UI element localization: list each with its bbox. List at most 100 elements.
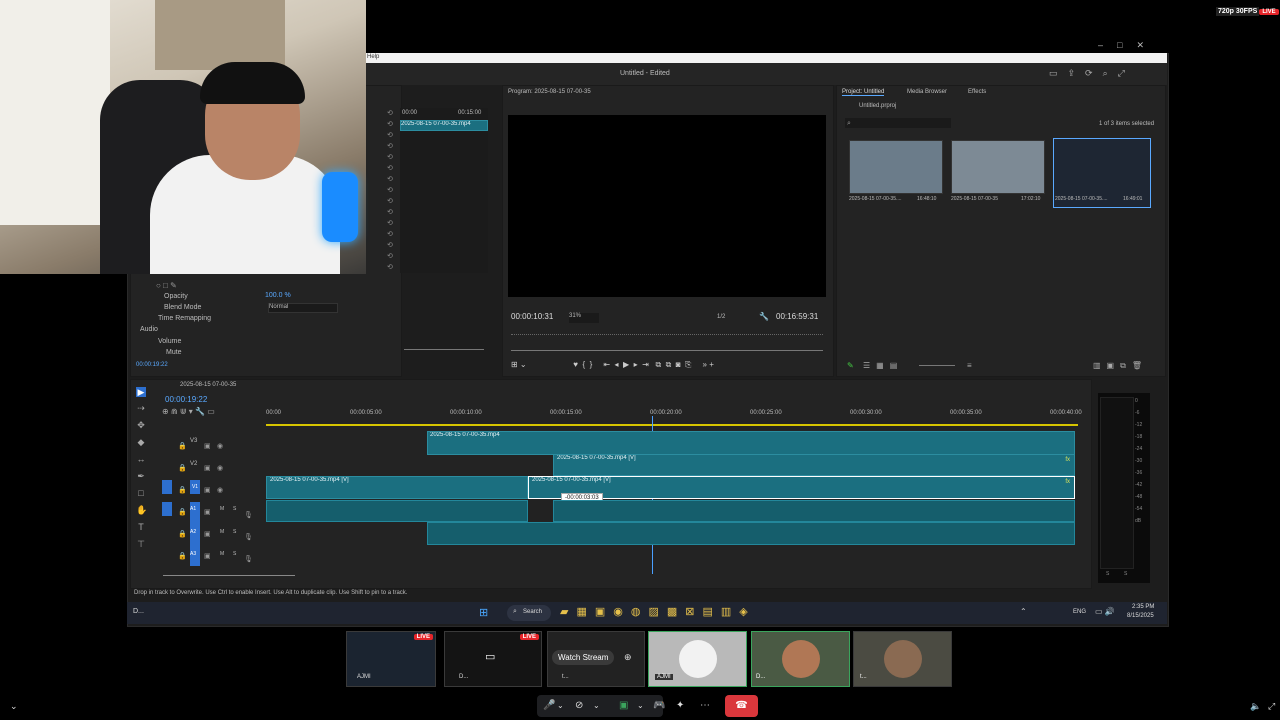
eye-icons[interactable]: ◉ ◉ ◉ xyxy=(217,436,223,502)
tab-media-browser[interactable]: Media Browser xyxy=(907,89,947,95)
taskbar-date[interactable]: 8/15/2025 xyxy=(1127,613,1154,619)
project-bottom-icons[interactable]: ▥▣⧉🗑 xyxy=(1093,361,1148,371)
chevron-down-icon[interactable]: ⌄ xyxy=(10,701,18,712)
screen-share-icon[interactable]: ▣ xyxy=(619,700,628,711)
more-options-icon[interactable]: ⋯ xyxy=(700,700,710,711)
track-sync-icons[interactable]: ▣ ▣ ▣ ▣ ▣ ▣ xyxy=(204,436,211,568)
mini-clip[interactable]: 2025-08-15 07-00-35.mp4 xyxy=(400,120,488,131)
slip-icon[interactable]: ↔ xyxy=(136,454,146,464)
solo-button[interactable]: S xyxy=(233,506,236,512)
clip-v3[interactable]: 2025-08-15 07-00-35.mp4 xyxy=(427,431,1075,455)
track-label-a2[interactable]: A2 xyxy=(190,529,196,535)
mute-button[interactable]: M xyxy=(220,529,224,535)
track-label-a3[interactable]: A3 xyxy=(190,551,196,557)
solo-button[interactable]: S xyxy=(233,529,236,535)
view-toggle-icons[interactable]: ☰▦▤ xyxy=(863,361,903,370)
ripple-edit-icon[interactable]: ✥ xyxy=(136,420,146,430)
type-icon[interactable]: T xyxy=(136,522,146,532)
stream-tile-3[interactable]: Watch Stream ⊕ t... xyxy=(547,631,645,687)
audio-clip-a1-b[interactable] xyxy=(553,500,1075,522)
system-tray-icons[interactable]: ▭ 🔊 xyxy=(1095,607,1115,616)
chevron-down-icon[interactable]: ⌄ xyxy=(637,701,644,710)
mic-icons[interactable]: 🎙 🎙 🎙 xyxy=(244,505,253,571)
taskbar-time[interactable]: 2:35 PM xyxy=(1132,604,1154,610)
watch-stream-button[interactable]: Watch Stream xyxy=(552,650,615,665)
audio-clip-a1-a[interactable] xyxy=(266,500,528,522)
mute-button[interactable]: M xyxy=(220,506,224,512)
source-patch-v1[interactable] xyxy=(162,480,172,494)
blend-mode-select[interactable]: Normal xyxy=(268,303,338,313)
pencil-icon[interactable]: ✎ xyxy=(847,361,854,370)
tab-effects[interactable]: Effects xyxy=(968,89,986,95)
program-timecode-in[interactable]: 00:00:10:31 xyxy=(511,312,553,321)
program-scrub-bar[interactable] xyxy=(511,350,823,351)
clip-v1-a[interactable]: 2025-08-15 07-00-35.mp4 [V] xyxy=(266,476,528,499)
tray-chevron-icon[interactable]: ⌃ xyxy=(1020,607,1027,616)
rectangle-icon[interactable]: □ xyxy=(136,488,146,498)
pen-icon[interactable]: ✒ xyxy=(136,471,146,481)
program-resolution[interactable]: 1/2 xyxy=(717,314,725,320)
reset-icons[interactable]: ⟲ ⟲ ⟲ ⟲ ⟲ ⟲ ⟲ ⟲ ⟲ ⟲ ⟲ ⟲ ⟲ ⟲ ⟲ xyxy=(387,108,397,278)
project-item-thumb-1[interactable] xyxy=(849,140,943,194)
timeline-ruler[interactable]: 00:00 00:00:05:00 00:00:10:00 00:00:15:0… xyxy=(266,408,1082,426)
clip-v1-b[interactable]: 2025-08-15 07-00-35.mp4 [V] fx xyxy=(528,476,1075,499)
volume-icon[interactable]: 🔈 xyxy=(1250,701,1261,712)
thumbnail-size-slider[interactable] xyxy=(919,365,955,366)
opacity-value[interactable]: 100.0 % xyxy=(265,292,291,299)
menu-help[interactable]: Help xyxy=(367,54,379,60)
sequence-name[interactable]: 2025-08-15 07-00-35 xyxy=(180,382,236,388)
source-patch-a1[interactable] xyxy=(162,502,172,516)
track-label-a1[interactable]: A1 xyxy=(190,506,196,512)
audio-clip-a2[interactable] xyxy=(427,522,1075,545)
tab-project[interactable]: Project: Untitled xyxy=(842,89,885,96)
project-item-thumb-2[interactable] xyxy=(951,140,1045,194)
hand-icon[interactable]: ✋ xyxy=(136,505,147,515)
fullscreen-icon[interactable]: ⤢ xyxy=(1268,701,1275,712)
window-controls[interactable]: –□✕ xyxy=(1098,40,1158,51)
solo-button[interactable]: S xyxy=(233,551,236,557)
mask-tool-icons[interactable]: ○ □ ✎ xyxy=(156,281,177,290)
taskbar-app-icons[interactable]: ▰▦▣◉◍▨▩⊠▤▥◈ xyxy=(560,605,756,618)
project-search-input[interactable]: ⌕ xyxy=(845,118,951,128)
microphone-icon[interactable]: 🎤 xyxy=(543,700,555,711)
participant-tile-3[interactable]: t... xyxy=(853,631,952,687)
windows-start-icon[interactable]: ⊞ xyxy=(479,606,488,619)
selection-tool-icon[interactable]: ▶ xyxy=(136,387,146,397)
track-label-v3[interactable]: V3 xyxy=(190,438,197,444)
track-label-v1[interactable]: V1 xyxy=(190,480,200,494)
program-ruler[interactable] xyxy=(511,334,823,339)
timeline-options[interactable]: ⊕ ⋒ ⋓ ▾ 🔧 ▭ xyxy=(162,407,262,419)
program-zoom[interactable]: 31% xyxy=(569,313,599,323)
timeline-timecode[interactable]: 00:00:19:22 xyxy=(165,395,207,404)
camera-off-icon[interactable]: ⊘ xyxy=(575,700,583,711)
mute-button[interactable]: M xyxy=(220,551,224,557)
track-lock-icons[interactable]: 🔒 🔒 🔒 🔒 🔒 🔒 xyxy=(178,436,187,568)
taskbar-left-label[interactable]: D... xyxy=(133,608,144,615)
language-indicator[interactable]: ENG xyxy=(1073,609,1086,615)
transport-controls[interactable]: ⊞ ⌄ ♥ { } ⇤ ◂ ▶ ▸ ⇥ ⧉ ⧉ ◙ ⎘ » + xyxy=(511,360,823,370)
settings-wrench-icon[interactable]: 🔧 xyxy=(759,312,769,321)
track-label-v2[interactable]: V2 xyxy=(190,461,197,467)
participant-tile-1[interactable]: AJMI xyxy=(648,631,747,687)
sort-icon[interactable]: ≡ xyxy=(967,361,972,370)
participant-tile-2[interactable]: D... xyxy=(751,631,850,687)
timeline-zoom-scrollbar[interactable] xyxy=(163,575,295,580)
meter-solo-left[interactable]: S xyxy=(1106,571,1109,577)
razor-icon[interactable]: ◆ xyxy=(136,437,146,447)
stream-tile-2[interactable]: LIVE ▭ D... xyxy=(444,631,542,687)
header-icons[interactable]: ▭⇪⟳⌕⤢ xyxy=(1049,68,1135,79)
track-select-icon[interactable]: ⇢ xyxy=(136,403,146,413)
taskbar-search[interactable]: ⌕ Search xyxy=(507,605,551,621)
project-item-name-3: 2025-08-15 07-00-35.... xyxy=(1055,196,1108,202)
caption-icon[interactable]: ⊤ xyxy=(136,539,146,549)
soundboard-icon[interactable]: ✦ xyxy=(676,700,684,711)
meter-solo-right[interactable]: S xyxy=(1124,571,1127,577)
popout-icon[interactable]: ⊕ xyxy=(624,652,632,663)
chevron-down-icon[interactable]: ⌄ xyxy=(593,701,600,710)
clip-v2[interactable]: 2025-08-15 07-00-35.mp4 [V] fx xyxy=(553,454,1075,476)
chevron-down-icon[interactable]: ⌄ xyxy=(557,701,564,710)
activities-icon[interactable]: 🎮 xyxy=(653,700,665,711)
source-zoom-bar[interactable] xyxy=(404,349,484,354)
disconnect-button[interactable]: ☎ xyxy=(725,695,758,717)
stream-tile-1[interactable]: LIVE AJMI xyxy=(346,631,436,687)
